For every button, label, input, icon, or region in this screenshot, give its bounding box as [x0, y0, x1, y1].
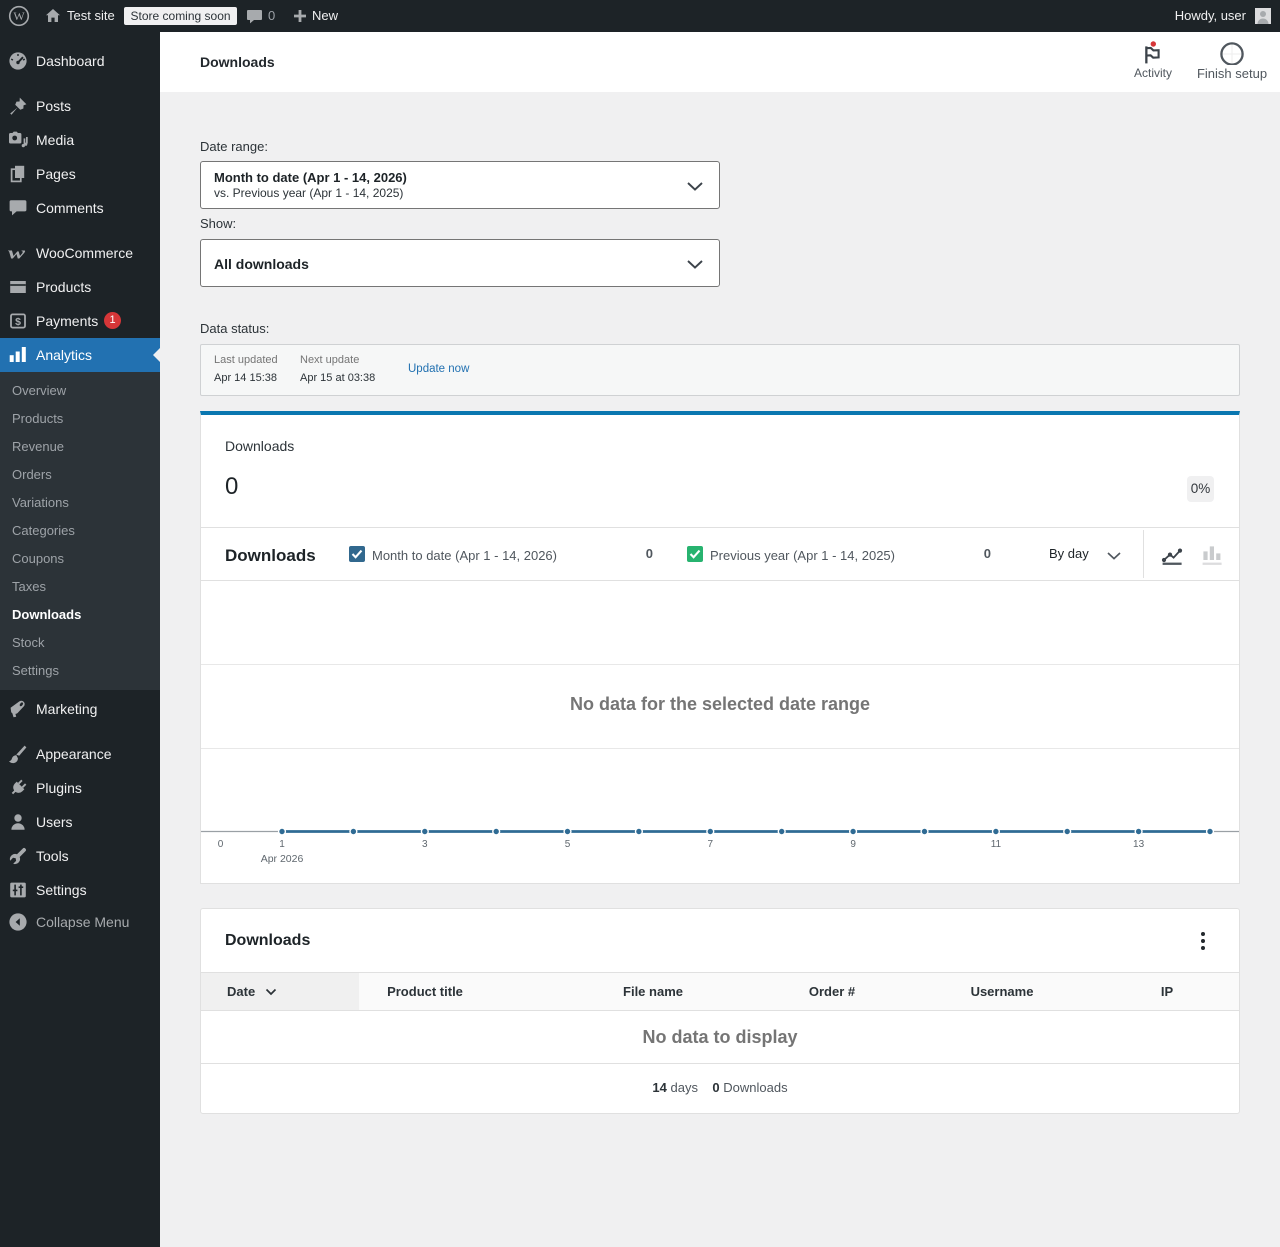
svg-text:$: $ [15, 316, 21, 328]
svg-text:w: w [8, 244, 26, 263]
svg-text:W: W [13, 9, 25, 23]
